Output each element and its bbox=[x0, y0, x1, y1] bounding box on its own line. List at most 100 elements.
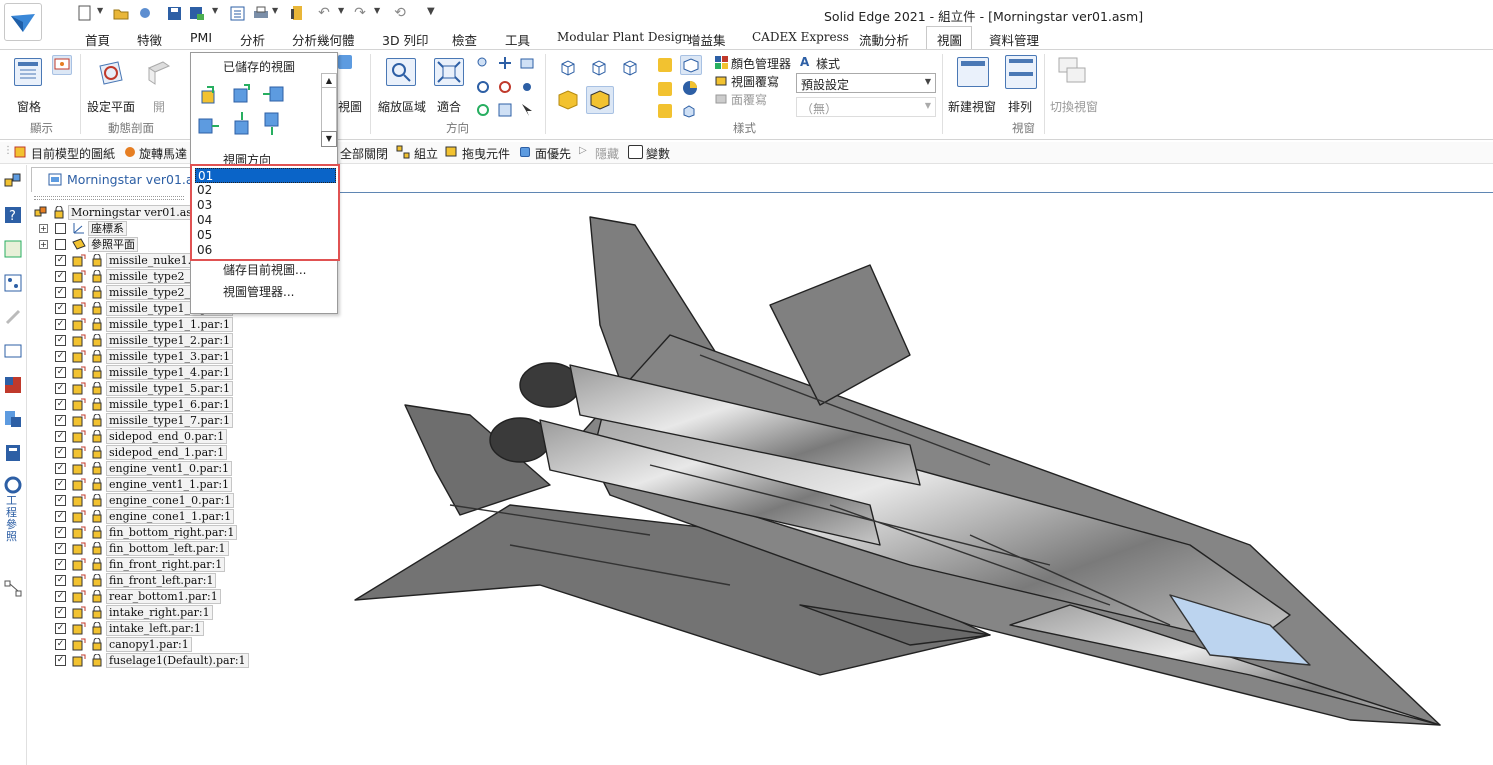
scroll-up-icon[interactable]: ▲ bbox=[322, 74, 336, 88]
tree-checkbox[interactable] bbox=[55, 223, 66, 234]
tree-checkbox[interactable]: ✓ bbox=[55, 287, 66, 298]
open-section-icon[interactable] bbox=[145, 58, 173, 86]
table-row[interactable]: ✓ fin_front_left.par:1 bbox=[30, 573, 290, 589]
tab-pmi[interactable]: PMI bbox=[190, 30, 212, 45]
table-row[interactable]: ✓ sidepod_end_0.par:1 bbox=[30, 429, 290, 445]
table-row[interactable]: ✓ missile_type1_5.par:1 bbox=[30, 381, 290, 397]
properties-icon[interactable] bbox=[228, 4, 246, 22]
material-icon[interactable] bbox=[658, 82, 672, 96]
engineering-reference-label[interactable]: 工程參照 bbox=[6, 495, 20, 543]
shaded-cube-icon[interactable] bbox=[556, 88, 580, 112]
tab-add-ins[interactable]: 增益集 bbox=[688, 30, 726, 49]
view-icon[interactable] bbox=[338, 55, 352, 69]
table-row[interactable]: ✓ sidepod_end_1.par:1 bbox=[30, 445, 290, 461]
lighting-icon[interactable] bbox=[682, 104, 696, 118]
new-window-icon[interactable] bbox=[957, 57, 989, 87]
view-orientation-item[interactable]: 03 bbox=[195, 198, 336, 213]
view-orientation-item[interactable]: 04 bbox=[195, 213, 336, 228]
help-icon[interactable]: ? bbox=[3, 205, 23, 225]
view-top-icon[interactable] bbox=[231, 83, 253, 105]
view-manager-item[interactable]: 視圖管理器... bbox=[223, 283, 294, 300]
styles-label[interactable]: 樣式 bbox=[816, 55, 840, 72]
view-orientation-item[interactable]: 01 bbox=[195, 168, 336, 183]
tree-checkbox[interactable]: ✓ bbox=[55, 335, 66, 346]
redo-icon[interactable]: ↷ bbox=[351, 4, 369, 22]
tree-checkbox[interactable]: ✓ bbox=[55, 415, 66, 426]
tab-flow-analysis[interactable]: 流動分析 bbox=[859, 30, 909, 49]
open-file-icon[interactable] bbox=[112, 4, 130, 22]
rotate-icon[interactable] bbox=[476, 80, 490, 94]
model-viewport[interactable] bbox=[350, 205, 1450, 735]
tree-checkbox[interactable]: ✓ bbox=[55, 591, 66, 602]
tab-analysis-geometry[interactable]: 分析幾何體 bbox=[292, 30, 355, 49]
tab-modular-plant-design[interactable]: Modular Plant Design bbox=[557, 30, 690, 44]
hide-command[interactable]: 隱藏 bbox=[595, 145, 619, 162]
table-row[interactable]: ✓ intake_left.par:1 bbox=[30, 621, 290, 637]
styles-icon[interactable]: A bbox=[800, 55, 809, 69]
table-row[interactable]: ✓ engine_cone1_1.par:1 bbox=[30, 509, 290, 525]
redo-dropdown-icon[interactable]: ▼ bbox=[374, 6, 380, 15]
tree-checkbox[interactable]: ✓ bbox=[55, 303, 66, 314]
views-label[interactable]: 視圖 bbox=[338, 98, 362, 115]
tab-cadex-express[interactable]: CADEX Express bbox=[752, 30, 849, 44]
view-style-icon[interactable] bbox=[680, 55, 702, 75]
save-icon[interactable] bbox=[165, 4, 183, 22]
save-as-icon[interactable] bbox=[188, 4, 206, 22]
zoom-area-icon[interactable] bbox=[386, 58, 416, 86]
set-plane-icon[interactable] bbox=[96, 58, 126, 88]
layers-icon[interactable] bbox=[3, 239, 23, 259]
save-current-view-item[interactable]: 儲存目前視圖... bbox=[223, 261, 306, 278]
switch-window-icon[interactable] bbox=[1057, 56, 1089, 88]
tree-checkbox[interactable]: ✓ bbox=[55, 271, 66, 282]
pointer-view-icon[interactable] bbox=[520, 103, 534, 117]
sketch-view-icon[interactable] bbox=[498, 103, 512, 117]
view-orientation-item[interactable]: 02 bbox=[195, 183, 336, 198]
new-window-label[interactable]: 新建視窗 bbox=[948, 98, 996, 115]
pan-icon[interactable] bbox=[498, 56, 512, 70]
simplify-icon[interactable] bbox=[3, 409, 23, 429]
table-row[interactable]: ✓ canopy1.par:1 bbox=[30, 637, 290, 653]
repeat-icon[interactable]: ⟲ bbox=[391, 4, 409, 22]
tree-checkbox[interactable]: ✓ bbox=[55, 367, 66, 378]
display-toggle-icon[interactable] bbox=[52, 55, 72, 75]
table-row[interactable]: ✓ missile_type1_4.par:1 bbox=[30, 365, 290, 381]
tree-checkbox[interactable]: ✓ bbox=[55, 607, 66, 618]
tree-checkbox[interactable]: ✓ bbox=[55, 351, 66, 362]
close-all-command[interactable]: 全部關閉 bbox=[340, 145, 388, 162]
shaded-edges-cube-icon[interactable] bbox=[586, 86, 614, 114]
tree-checkbox[interactable]: ✓ bbox=[55, 543, 66, 554]
tree-checkbox[interactable]: ✓ bbox=[55, 463, 66, 474]
style-select[interactable]: 預設設定 ▼ bbox=[796, 73, 936, 93]
table-row[interactable]: ✓ engine_vent1_1.par:1 bbox=[30, 477, 290, 493]
window-pane-label[interactable]: 窗格 bbox=[17, 98, 41, 115]
table-row[interactable]: ✓ missile_type1_7.par:1 bbox=[30, 413, 290, 429]
table-row[interactable]: ✓ fuselage1(Default).par:1 bbox=[30, 653, 290, 669]
tree-checkbox[interactable]: ✓ bbox=[55, 383, 66, 394]
new-file-icon[interactable] bbox=[76, 4, 94, 22]
tree-checkbox[interactable]: ✓ bbox=[55, 255, 66, 266]
undo-icon[interactable]: ↶ bbox=[315, 4, 333, 22]
pane-splitter[interactable] bbox=[34, 196, 184, 200]
tab-features[interactable]: 特徵 bbox=[137, 30, 162, 49]
sensors-icon[interactable] bbox=[3, 341, 23, 361]
tree-checkbox[interactable]: ✓ bbox=[55, 495, 66, 506]
tree-checkbox[interactable]: ✓ bbox=[55, 319, 66, 330]
tab-inspect[interactable]: 檢查 bbox=[452, 30, 477, 49]
send-icon[interactable] bbox=[136, 4, 154, 22]
table-row[interactable]: ✓ missile_type1_1.par:1 bbox=[30, 317, 290, 333]
floor-icon[interactable] bbox=[658, 104, 672, 118]
refresh-icon[interactable] bbox=[476, 103, 490, 117]
parts-library-icon[interactable] bbox=[3, 171, 23, 191]
color-manager-label[interactable]: 顏色管理器 bbox=[731, 55, 791, 72]
arrange-label[interactable]: 排列 bbox=[1008, 98, 1032, 115]
views-scrollbar[interactable]: ▲ bbox=[321, 73, 337, 139]
tab-view[interactable]: 視圖 bbox=[937, 30, 962, 49]
hidden-edge-cube-icon[interactable] bbox=[589, 58, 609, 78]
color-manager-icon[interactable] bbox=[715, 56, 728, 69]
switch-window-label[interactable]: 切換視窗 bbox=[1050, 98, 1098, 115]
table-row[interactable]: ✓ missile_type1_2.par:1 bbox=[30, 333, 290, 349]
open-label[interactable]: 開 bbox=[153, 98, 165, 115]
arrange-icon[interactable] bbox=[1005, 55, 1037, 89]
view-orientation-item[interactable]: 06 bbox=[195, 243, 336, 258]
features-icon[interactable] bbox=[3, 273, 23, 293]
